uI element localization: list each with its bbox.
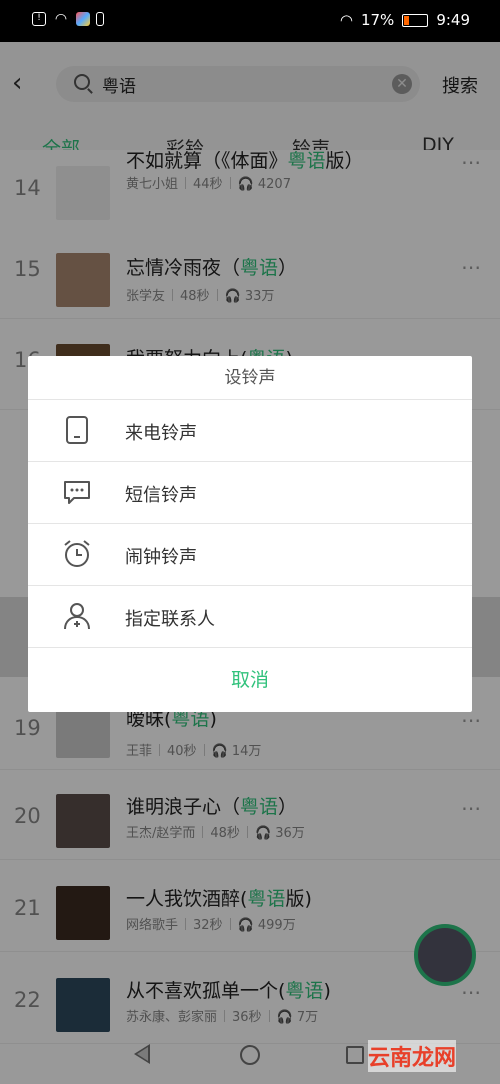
nav-back-icon[interactable] xyxy=(134,1044,150,1064)
app-notification-icon xyxy=(76,12,90,26)
cancel-button[interactable]: 取消 xyxy=(28,648,472,712)
headphone-icon: ◠ xyxy=(339,11,353,29)
dialog-title: 设铃声 xyxy=(28,356,472,400)
screen: ! ◠ ◠ 17% 9:49 ‹ ✕ 搜索 全部 彩铃 铃声 DIY 14 xyxy=(0,0,500,1084)
option-label: 指定联系人 xyxy=(125,609,215,630)
option-label: 闹钟铃声 xyxy=(125,547,197,568)
clock: 9:49 xyxy=(436,11,470,29)
option-alarm[interactable]: 闹钟铃声 xyxy=(28,524,472,586)
phone-icon xyxy=(66,416,88,444)
set-ringtone-dialog: 设铃声 来电铃声 短信铃声 闹钟铃声 指定联系人 取消 xyxy=(28,356,472,712)
option-label: 来电铃声 xyxy=(125,423,197,444)
battery-icon xyxy=(402,13,429,27)
status-icons-right: ◠ 17% 9:49 xyxy=(340,11,470,29)
nav-home-icon[interactable] xyxy=(240,1045,260,1065)
option-sms[interactable]: 短信铃声 xyxy=(28,462,472,524)
add-contact-icon xyxy=(64,603,90,630)
wifi-icon: ◠ xyxy=(54,11,68,27)
message-icon xyxy=(64,481,90,504)
watermark: 云南龙网 xyxy=(368,1040,457,1072)
option-incoming-call[interactable]: 来电铃声 xyxy=(28,400,472,462)
option-contact[interactable]: 指定联系人 xyxy=(28,586,472,648)
alert-icon: ! xyxy=(32,12,46,26)
option-label: 短信铃声 xyxy=(125,485,197,506)
nav-recents-icon[interactable] xyxy=(346,1046,364,1064)
status-bar: ! ◠ ◠ 17% 9:49 xyxy=(0,0,500,42)
status-icons-left: ! ◠ xyxy=(32,12,104,26)
sim-icon xyxy=(96,12,104,26)
battery-percent: 17% xyxy=(360,11,395,29)
alarm-clock-icon xyxy=(64,540,90,567)
